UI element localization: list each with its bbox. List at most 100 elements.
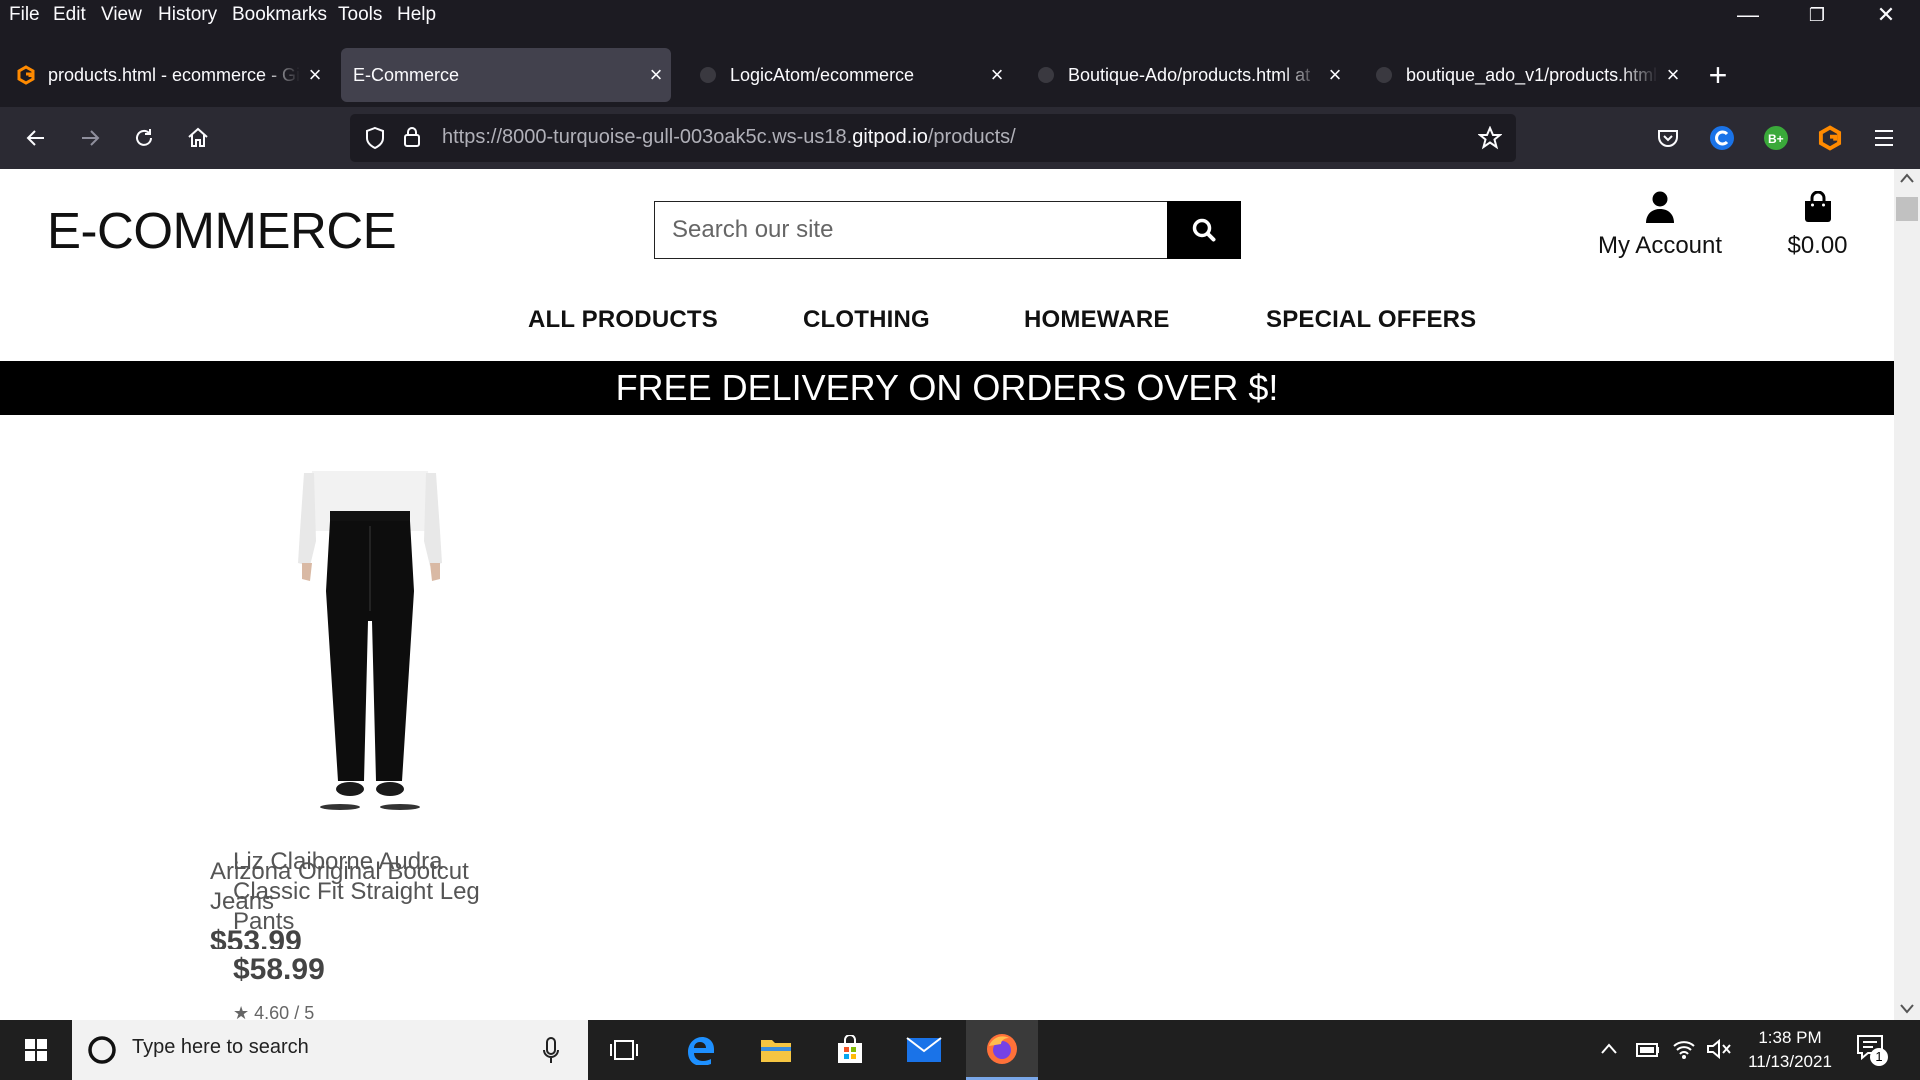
- nav-homeware[interactable]: HOMEWARE: [1024, 306, 1170, 334]
- close-tab-icon[interactable]: ×: [300, 62, 330, 88]
- reload-icon: [136, 129, 152, 146]
- taskbar-firefox[interactable]: [966, 1020, 1038, 1080]
- site-logo[interactable]: E-COMMERCE: [47, 201, 397, 260]
- taskbar-search-placeholder: Type here to search: [132, 1036, 309, 1058]
- tab-boutique-ado[interactable]: Boutique-Ado/products.html at ×: [1020, 48, 1350, 102]
- menu-help[interactable]: Help: [397, 4, 436, 26]
- task-view-button[interactable]: [588, 1020, 660, 1080]
- nav-special-offers[interactable]: SPECIAL OFFERS: [1266, 306, 1476, 334]
- minimize-button[interactable]: —: [1728, 2, 1768, 28]
- menu-history[interactable]: History: [158, 4, 217, 26]
- cart-total: $0.00: [1787, 232, 1848, 259]
- nav-clothing[interactable]: CLOTHING: [803, 306, 930, 334]
- rating-value: 4.60 / 5: [254, 1003, 315, 1020]
- taskbar-store[interactable]: [814, 1020, 886, 1080]
- taskbar-edge[interactable]: [664, 1020, 736, 1080]
- notification-count: 1: [1870, 1048, 1888, 1066]
- start-button[interactable]: [0, 1020, 72, 1080]
- shopping-bag-icon: [1804, 190, 1831, 222]
- menu-bookmarks[interactable]: Bookmarks: [232, 4, 327, 26]
- speaker-muted-icon[interactable]: [1706, 1038, 1732, 1060]
- svg-text:B+: B+: [1768, 132, 1784, 146]
- nav-all-products[interactable]: ALL PRODUCTS: [528, 306, 718, 334]
- star-icon[interactable]: [1478, 126, 1502, 150]
- tab-strip: products.html - ecommerce - Gi × E-Comme…: [0, 30, 1920, 107]
- my-account-link[interactable]: My Account: [1585, 191, 1735, 260]
- page-scrollbar[interactable]: [1894, 169, 1920, 1020]
- firefox-icon: [987, 1033, 1017, 1064]
- home-button[interactable]: [176, 107, 220, 169]
- close-window-button[interactable]: ✕: [1866, 2, 1906, 28]
- scroll-down-icon[interactable]: [1900, 1004, 1914, 1014]
- scroll-up-icon[interactable]: [1900, 173, 1914, 183]
- battery-icon[interactable]: [1636, 1040, 1660, 1058]
- taskbar-search-box[interactable]: Type here to search: [72, 1020, 588, 1080]
- system-clock[interactable]: 1:38 PM 11/13/2021: [1740, 1026, 1840, 1074]
- github-icon: [1376, 67, 1392, 83]
- scroll-thumb[interactable]: [1896, 197, 1918, 221]
- close-tab-icon[interactable]: ×: [1320, 62, 1350, 88]
- menu-view[interactable]: View: [101, 4, 142, 26]
- cortana-icon: [88, 1036, 116, 1064]
- taskbar-mail[interactable]: [888, 1020, 960, 1080]
- tab-title: boutique_ado_v1/products.html: [1406, 64, 1658, 85]
- address-bar[interactable]: https://8000-turquoise-gull-003oak5c.ws-…: [350, 114, 1516, 162]
- tab-title: LogicAtom/ecommerce: [730, 64, 915, 85]
- notification-center-button[interactable]: 1: [1856, 1034, 1888, 1066]
- restore-button[interactable]: ❐: [1797, 5, 1837, 26]
- tab-title: E-Commerce: [353, 64, 460, 85]
- tab-gitpod[interactable]: products.html - ecommerce - Gi ×: [0, 48, 330, 102]
- tab-logicatom[interactable]: LogicAtom/ecommerce ×: [682, 48, 1012, 102]
- url-text[interactable]: https://8000-turquoise-gull-003oak5c.ws-…: [442, 126, 1016, 149]
- back-button[interactable]: [14, 107, 58, 169]
- gitpod-icon: [1818, 125, 1842, 151]
- extension-gitpod-button[interactable]: [1808, 107, 1852, 169]
- star-icon: ★: [233, 1003, 250, 1020]
- menu-file[interactable]: File: [9, 4, 40, 26]
- mail-icon: [906, 1037, 942, 1062]
- app-menu-button[interactable]: [1862, 107, 1906, 169]
- pocket-button[interactable]: [1646, 107, 1690, 169]
- store-icon: [838, 1035, 862, 1063]
- url-domain: gitpod.io: [852, 126, 928, 148]
- search-button[interactable]: [1167, 201, 1241, 259]
- web-page: E-COMMERCE My Account $0.00 ALL PRODUCTS…: [0, 169, 1894, 1020]
- github-icon: [1038, 67, 1054, 83]
- menu-edit[interactable]: Edit: [53, 4, 86, 26]
- taskbar-file-explorer[interactable]: [740, 1020, 812, 1080]
- extension-grammar-button[interactable]: [1700, 107, 1744, 169]
- extension-bplus-button[interactable]: B+: [1754, 107, 1798, 169]
- search-input[interactable]: [655, 202, 1167, 258]
- close-tab-icon[interactable]: ×: [1658, 62, 1688, 88]
- home-icon: [188, 127, 208, 147]
- close-tab-icon[interactable]: ×: [641, 62, 671, 88]
- wifi-icon[interactable]: [1672, 1038, 1696, 1060]
- microphone-icon[interactable]: [542, 1037, 560, 1065]
- edge-icon: [688, 1037, 714, 1065]
- product-name[interactable]: Liz Claiborne Audra Classic Fit Straight…: [233, 847, 493, 937]
- clock-date: 11/13/2021: [1748, 1052, 1832, 1071]
- product-price: $58.99: [233, 953, 325, 986]
- windows-logo-icon: [25, 1039, 47, 1061]
- main-navigation: ALL PRODUCTS CLOTHING HOMEWARE SPECIAL O…: [0, 306, 1894, 356]
- close-tab-icon[interactable]: ×: [982, 62, 1012, 88]
- menu-tools[interactable]: Tools: [338, 4, 382, 26]
- search-icon: [1192, 218, 1216, 242]
- url-suffix: /products/: [927, 126, 1016, 148]
- lock-icon[interactable]: [402, 125, 422, 149]
- reload-button[interactable]: [122, 107, 166, 169]
- account-label: My Account: [1597, 232, 1723, 259]
- url-prefix: https://8000-turquoise-gull-003oak5c.ws-…: [442, 126, 853, 148]
- windows-taskbar: Type here to search 1:38 PM 11/13/2021 1: [0, 1020, 1920, 1080]
- chevron-up-icon[interactable]: [1600, 1042, 1618, 1056]
- forward-button[interactable]: [68, 107, 112, 169]
- delivery-banner: FREE DELIVERY ON ORDERS OVER $!: [0, 361, 1894, 415]
- shield-icon[interactable]: [364, 126, 386, 150]
- gitpod-icon: [17, 65, 35, 85]
- tab-ecommerce[interactable]: E-Commerce ×: [341, 48, 671, 102]
- product-rating: ★ 4.60 / 5: [233, 1003, 314, 1020]
- new-tab-button[interactable]: +: [1700, 48, 1736, 102]
- product-image[interactable]: [290, 471, 450, 811]
- cart-link[interactable]: $0.00: [1770, 190, 1865, 260]
- tab-boutique-ado-v1[interactable]: boutique_ado_v1/products.html ×: [1358, 48, 1688, 102]
